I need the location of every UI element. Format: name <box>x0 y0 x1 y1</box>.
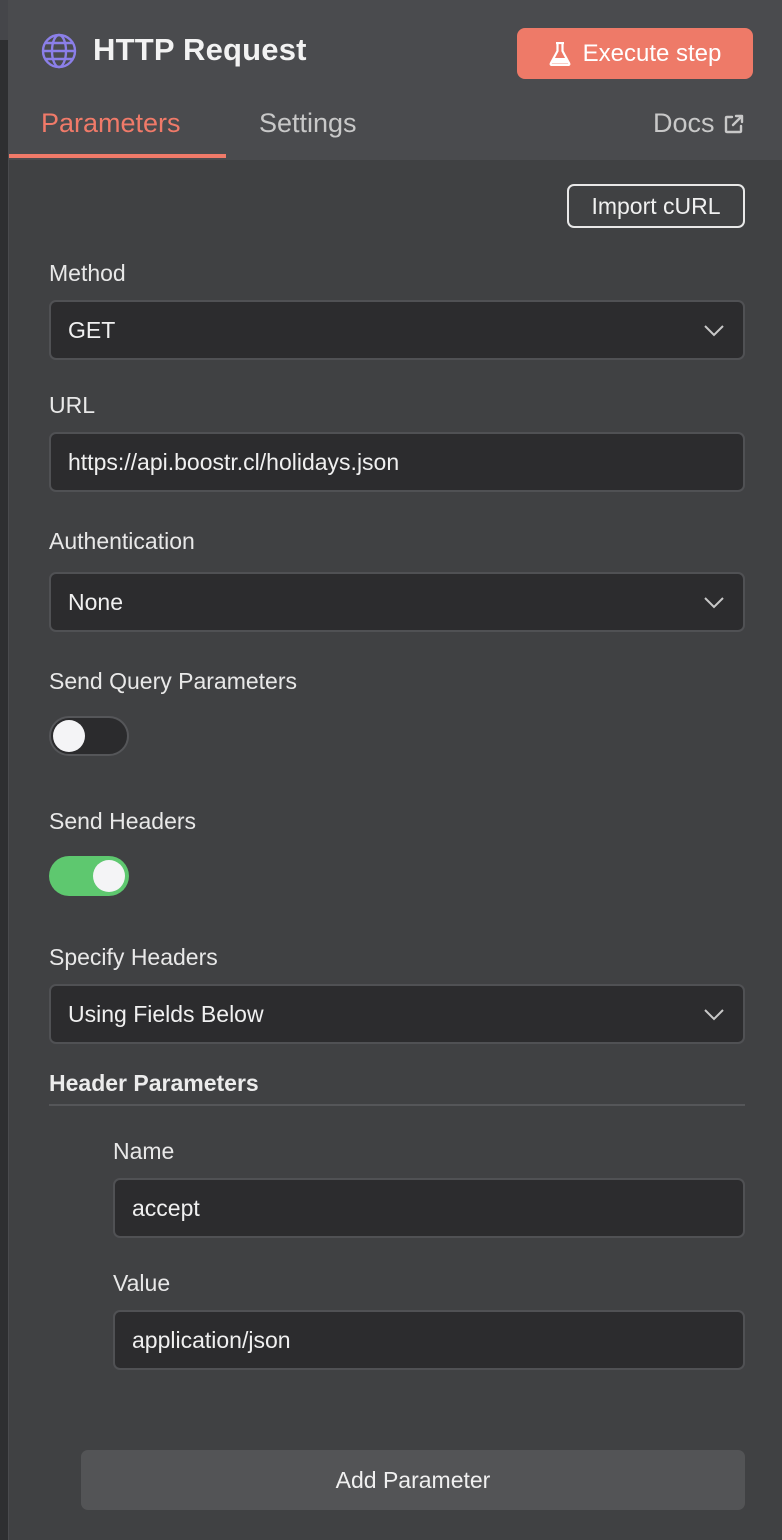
toggle-knob <box>93 860 125 892</box>
header-value-value: application/json <box>132 1326 291 1353</box>
node-parameters-panel: HTTP Request Execute step Parameters Set… <box>8 0 782 1540</box>
external-link-icon <box>724 114 743 133</box>
send-headers-toggle[interactable] <box>49 856 129 896</box>
globe-icon <box>41 33 77 69</box>
tab-parameters[interactable]: Parameters <box>41 108 181 139</box>
import-curl-button[interactable]: Import cURL <box>567 184 745 228</box>
specify-headers-label: Specify Headers <box>49 944 218 970</box>
execute-step-label: Execute step <box>582 39 722 67</box>
canvas-edge-notch <box>0 0 8 40</box>
execute-step-button[interactable]: Execute step <box>517 28 753 79</box>
send-query-toggle[interactable] <box>49 716 129 756</box>
method-value: GET <box>68 316 116 343</box>
flask-icon <box>549 41 571 66</box>
node-title: HTTP Request <box>93 32 307 67</box>
header-parameters-title: Header Parameters <box>49 1070 259 1096</box>
method-label: Method <box>49 260 126 286</box>
url-input[interactable]: https://api.boostr.cl/holidays.json <box>49 432 745 492</box>
authentication-value: None <box>68 588 123 615</box>
docs-label: Docs <box>653 108 715 138</box>
header-value-input[interactable]: application/json <box>113 1310 745 1370</box>
header-name-label: Name <box>113 1138 175 1164</box>
header-value-label: Value <box>113 1270 171 1296</box>
chevron-down-icon <box>704 325 724 337</box>
header-name-value: accept <box>132 1194 200 1221</box>
docs-link[interactable]: Docs <box>653 108 745 139</box>
authentication-select[interactable]: None <box>49 572 745 632</box>
specify-headers-value: Using Fields Below <box>68 1000 264 1027</box>
section-divider <box>49 1104 745 1106</box>
send-query-label: Send Query Parameters <box>49 668 298 694</box>
chevron-down-icon <box>704 1009 724 1021</box>
url-label: URL <box>49 392 96 418</box>
authentication-label: Authentication <box>49 528 195 554</box>
tab-settings[interactable]: Settings <box>259 108 357 139</box>
method-select[interactable]: GET <box>49 300 745 360</box>
chevron-down-icon <box>704 597 724 609</box>
toggle-knob <box>53 720 85 752</box>
header-name-input[interactable]: accept <box>113 1178 745 1238</box>
send-headers-label: Send Headers <box>49 808 197 834</box>
add-parameter-button[interactable]: Add Parameter <box>81 1450 745 1510</box>
canvas-edge <box>0 0 8 1540</box>
specify-headers-select[interactable]: Using Fields Below <box>49 984 745 1044</box>
panel-header: HTTP Request Execute step Parameters Set… <box>9 0 782 160</box>
active-tab-indicator <box>9 154 226 158</box>
url-value: https://api.boostr.cl/holidays.json <box>68 448 400 475</box>
